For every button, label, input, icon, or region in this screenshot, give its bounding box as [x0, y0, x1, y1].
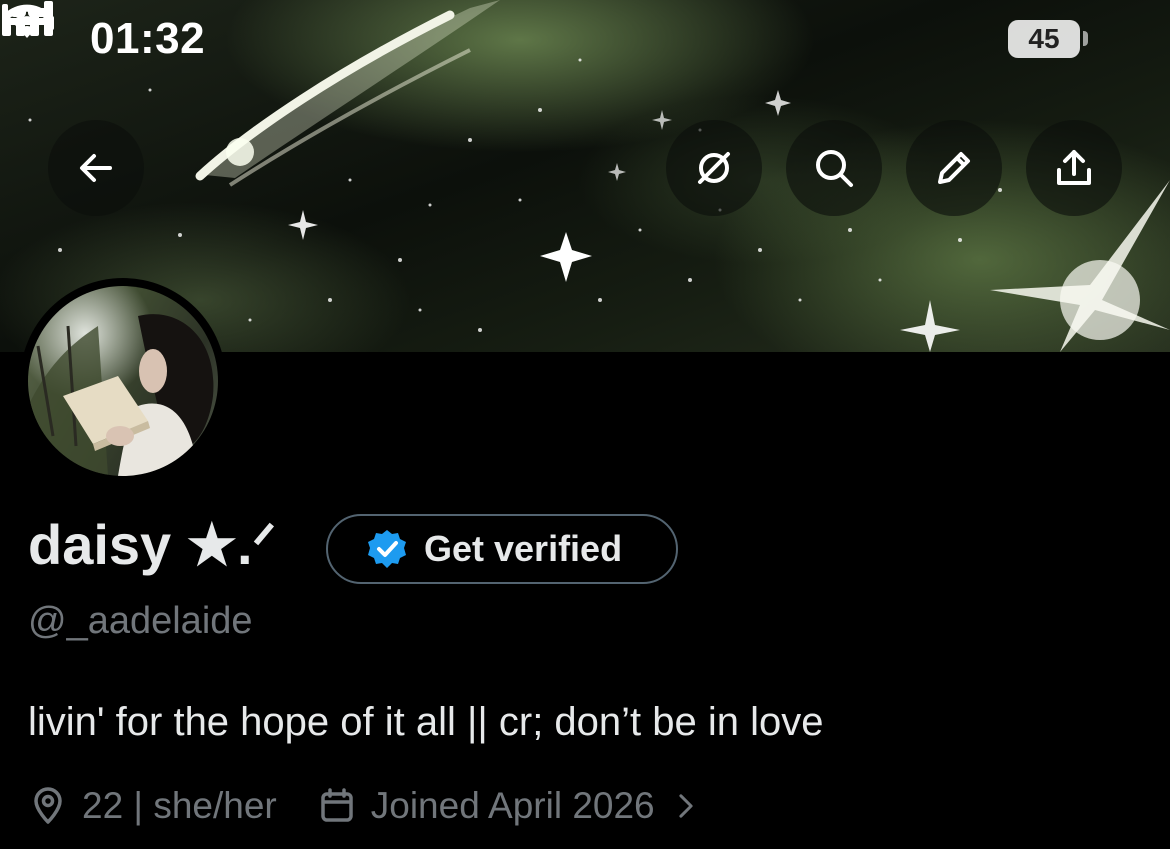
avatar-image — [28, 286, 218, 476]
grok-button[interactable] — [666, 120, 762, 216]
username-handle: @_aadelaide — [28, 600, 253, 642]
share-icon — [1057, 150, 1091, 185]
status-bar: 01:32 45 — [0, 0, 1170, 90]
avatar[interactable] — [20, 278, 226, 484]
battery-indicator: 45 — [1008, 20, 1080, 58]
back-button[interactable] — [48, 120, 144, 216]
joined-date-link[interactable]: Joined April 2026 — [317, 785, 703, 827]
wifi-icon — [4, 4, 50, 38]
location-pin-icon — [34, 787, 62, 824]
share-button[interactable] — [1026, 120, 1122, 216]
back-arrow-icon — [80, 154, 112, 182]
search-button[interactable] — [786, 120, 882, 216]
battery-level: 45 — [1028, 23, 1060, 54]
get-verified-button[interactable]: Get verified — [326, 514, 678, 584]
profile-meta: 22 | she/her Joined April 2026 — [28, 782, 703, 830]
grok-icon — [698, 152, 730, 184]
edit-pencil-icon — [938, 152, 970, 184]
joined-date: Joined April 2026 — [370, 785, 655, 826]
edit-button[interactable] — [906, 120, 1002, 216]
battery-tip — [1083, 31, 1088, 46]
profile-bio: livin' for the hope of it all || cr; don… — [28, 700, 824, 744]
calendar-icon — [321, 788, 353, 822]
status-time: 01:32 — [90, 14, 206, 63]
verified-badge-icon — [368, 530, 406, 568]
display-name: daisy ★.ᐟ — [28, 513, 277, 576]
search-icon — [816, 150, 853, 187]
chevron-right-icon — [679, 794, 693, 818]
get-verified-label: Get verified — [424, 528, 623, 569]
profile-location: 22 | she/her — [82, 785, 277, 826]
